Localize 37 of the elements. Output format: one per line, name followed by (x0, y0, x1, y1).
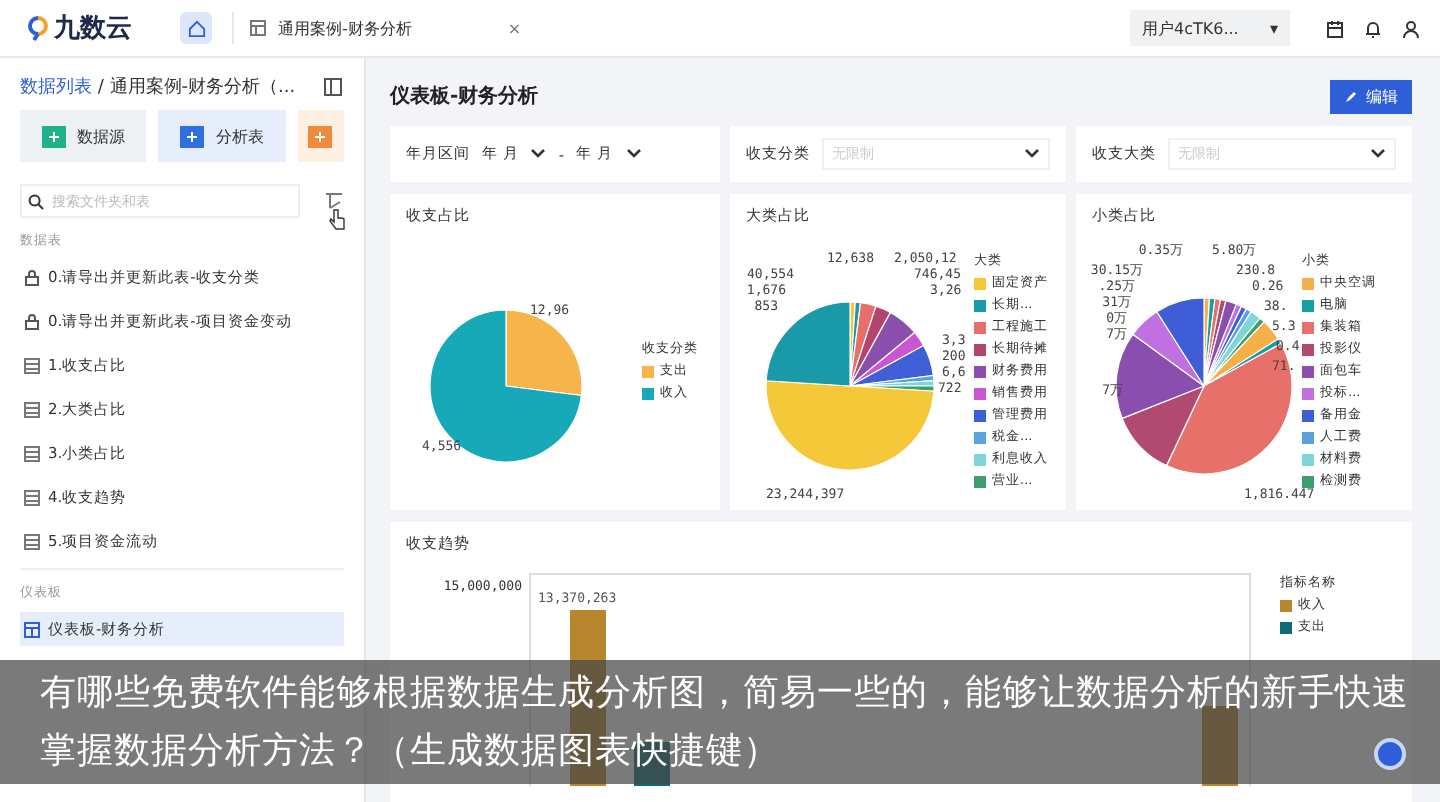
document-tab[interactable]: 通用案例-财务分析 × (232, 12, 538, 44)
plus-icon (41, 125, 66, 147)
hand-cursor-icon (328, 208, 346, 230)
logo-icon (28, 15, 48, 41)
chevron-down-icon (1370, 148, 1386, 160)
logo-text: 九数云 (54, 12, 132, 46)
analysis-table-button[interactable]: 分析表 (158, 110, 285, 162)
chevron-down-icon (625, 148, 641, 160)
close-icon[interactable]: × (507, 19, 522, 37)
table-icon (24, 489, 40, 505)
search-icon (28, 194, 44, 210)
lock-icon (24, 269, 40, 285)
pencil-icon (1344, 89, 1358, 103)
table-icon (250, 20, 266, 36)
home-icon (187, 19, 205, 37)
plus-icon (179, 125, 204, 147)
calendar-icon[interactable] (1326, 19, 1344, 37)
table-icon (24, 445, 40, 461)
edit-button[interactable]: 编辑 (1330, 79, 1412, 113)
home-tab[interactable] (180, 12, 212, 44)
dashboard-icon (24, 621, 40, 637)
filter-icon[interactable] (324, 192, 344, 210)
user-icon[interactable] (1402, 19, 1420, 37)
table-icon (24, 357, 40, 373)
breadcrumb: 数据列表 / 通用案例-财务分析（... (20, 74, 296, 100)
data-source-button[interactable]: 数据源 (20, 110, 147, 162)
caption-banner: 有哪些免费软件能够根据数据生成分析图，简易一些的，能够让数据分析的新手快速掌握数据分析方法？（生成数据图表快捷键） (0, 660, 1440, 784)
bell-icon[interactable] (1364, 19, 1382, 37)
user-dropdown[interactable]: 用户4cTK6... ▾ (1130, 10, 1290, 46)
table-icon (24, 533, 40, 549)
chevron-down-icon (530, 148, 547, 160)
plus-icon (308, 125, 333, 147)
chevron-down-icon (1024, 148, 1040, 160)
table-icon (24, 401, 40, 417)
lock-icon (24, 313, 40, 329)
page-title: 仪表板-财务分析 (390, 83, 539, 110)
panel-icon[interactable] (324, 77, 344, 97)
